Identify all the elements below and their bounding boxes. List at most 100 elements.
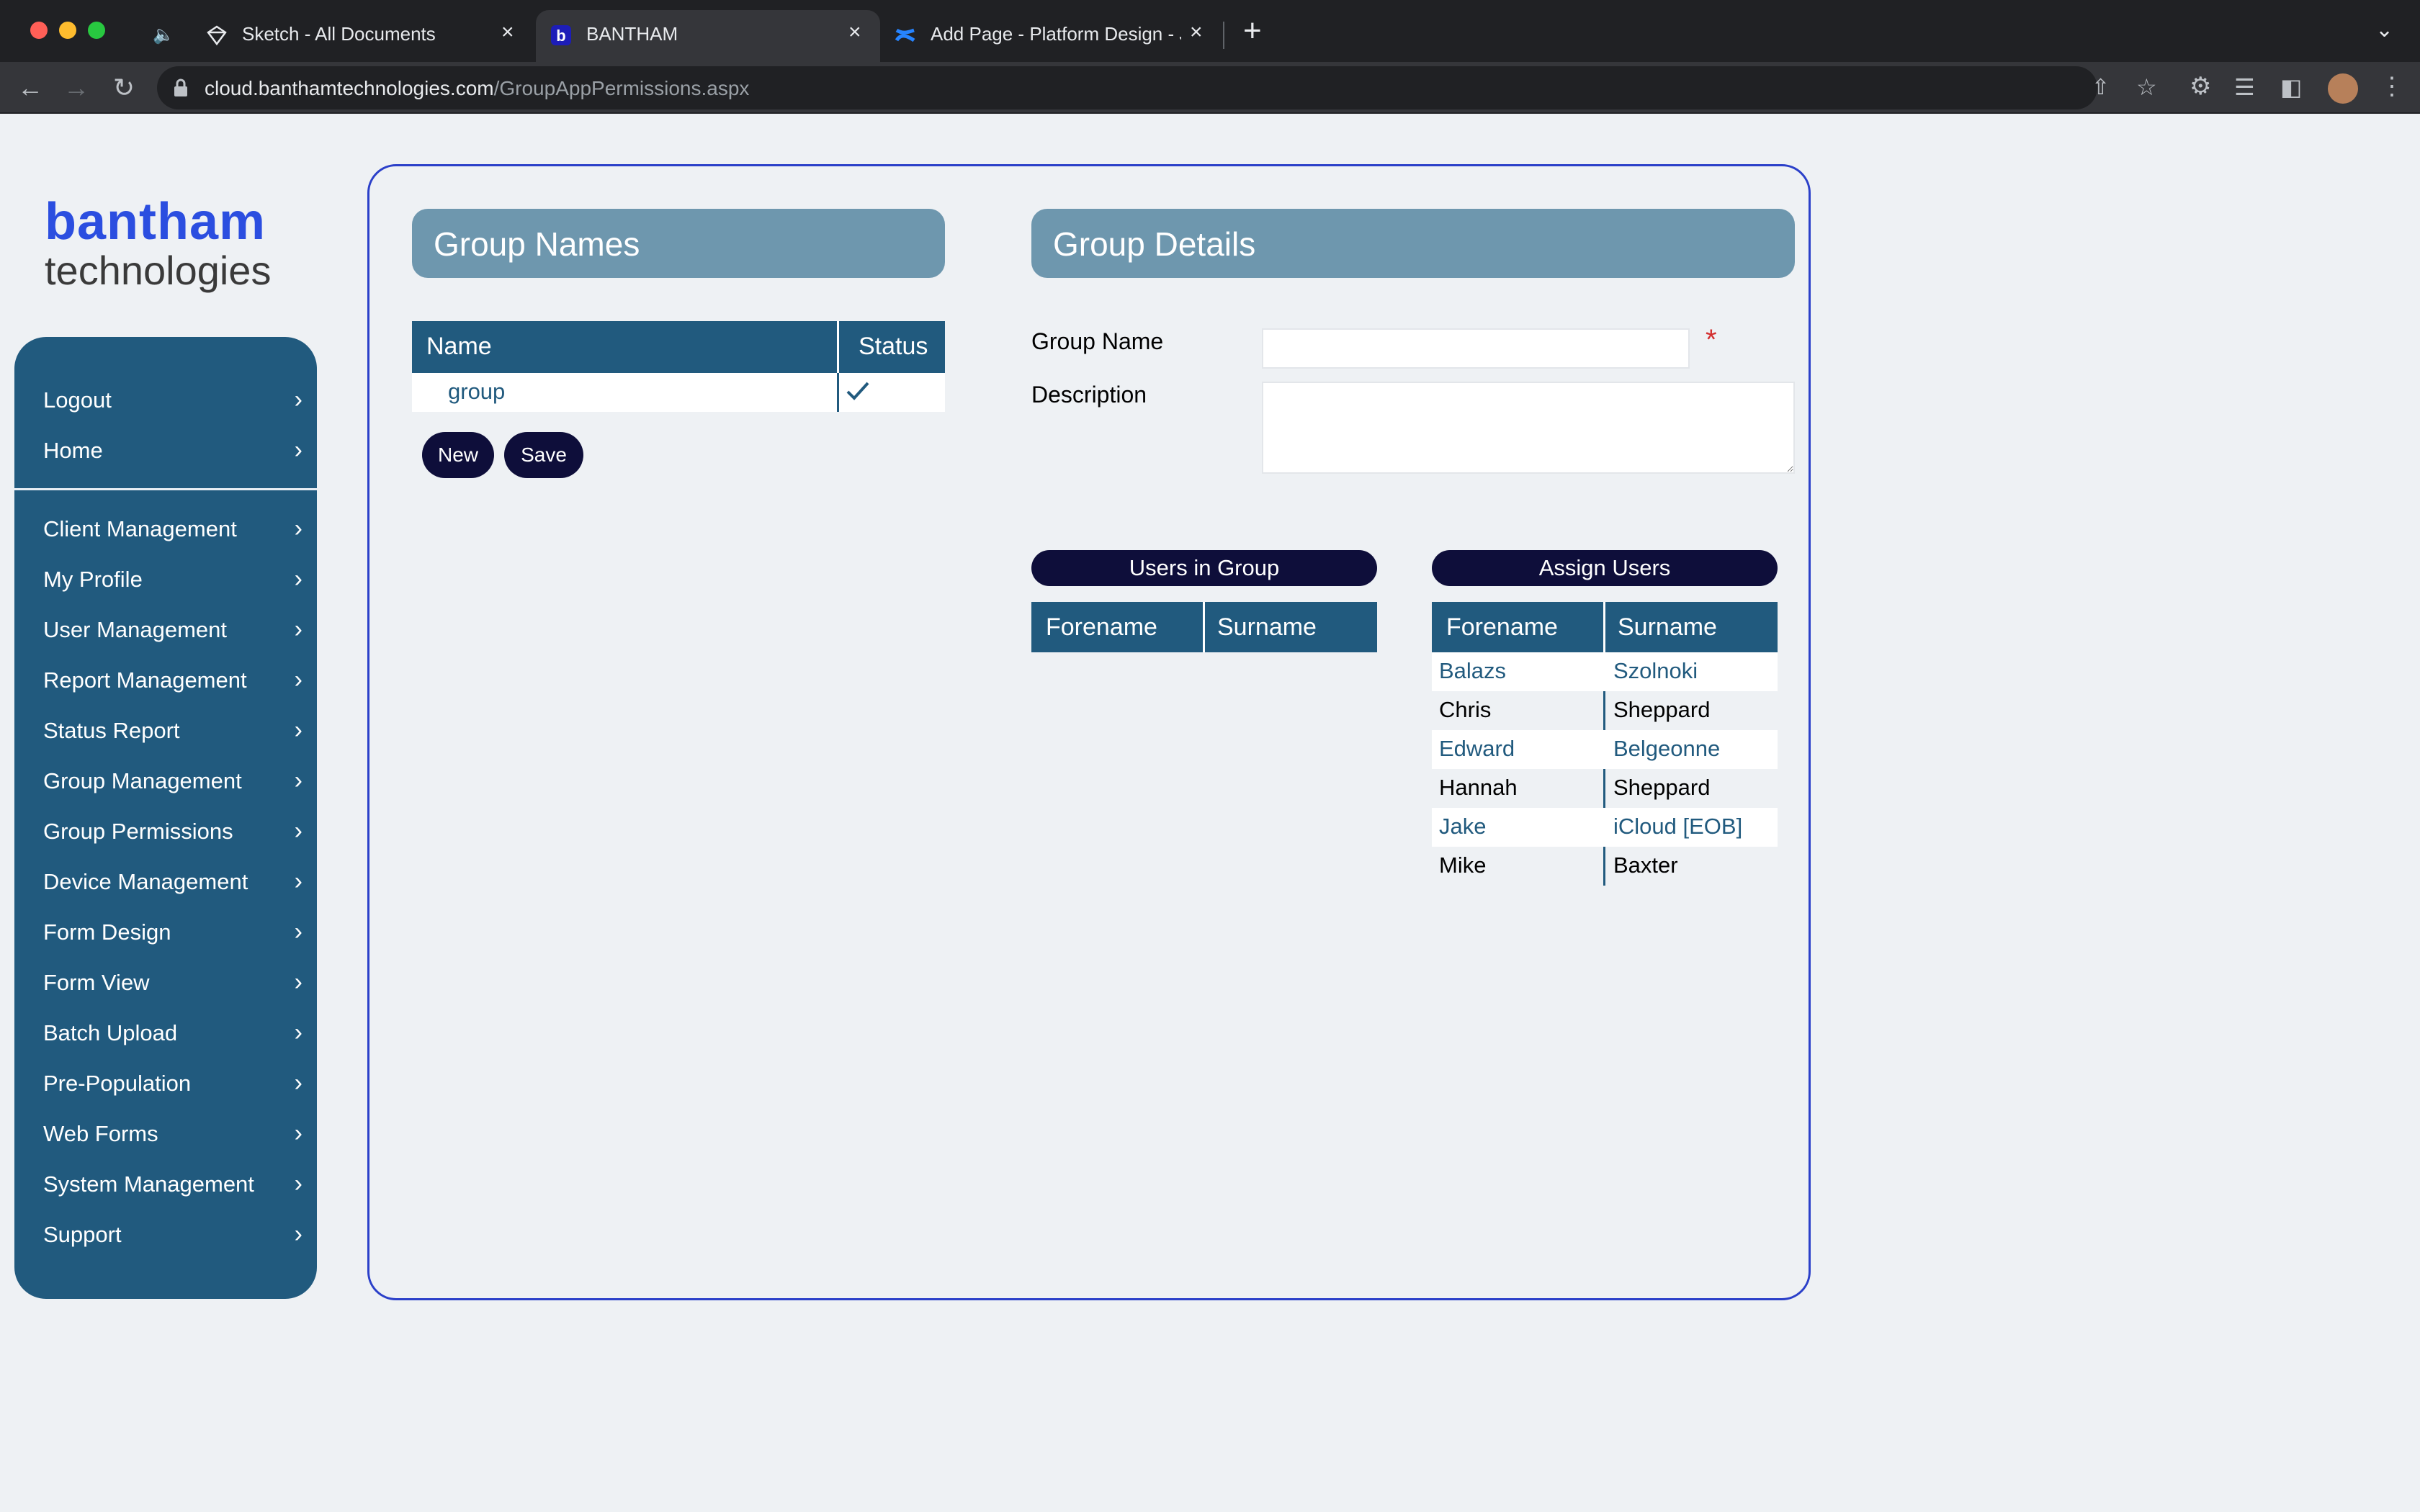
- sidebar-item-label: Status Report: [43, 718, 180, 743]
- table-row[interactable]: Chris Sheppard: [1432, 691, 1778, 730]
- chevron-right-icon: ›: [294, 716, 302, 744]
- forename-cell[interactable]: Edward: [1439, 736, 1515, 762]
- chevron-right-icon: ›: [294, 817, 302, 845]
- sidebar-item-batch-upload[interactable]: Batch Upload ›: [43, 1012, 302, 1055]
- logo-subtitle: technologies: [45, 248, 272, 293]
- column-header-status[interactable]: Status: [859, 333, 928, 361]
- sidebar-item-form-view[interactable]: Form View ›: [43, 961, 302, 1004]
- new-button[interactable]: New: [422, 432, 494, 478]
- tab-search-chevron-icon[interactable]: ⌄: [2375, 17, 2393, 42]
- sidebar-item-label: Web Forms: [43, 1121, 158, 1146]
- logo-wordmark: bantham: [45, 193, 266, 251]
- bantham-b-icon: b: [551, 25, 571, 45]
- description-textarea[interactable]: [1262, 382, 1795, 474]
- surname-cell[interactable]: Belgeonne: [1613, 736, 1720, 762]
- surname-cell[interactable]: Baxter: [1613, 852, 1678, 878]
- lock-icon[interactable]: [173, 78, 189, 98]
- chevron-right-icon: ›: [294, 616, 302, 643]
- sidebar-item-logout[interactable]: Logout ›: [43, 379, 302, 422]
- forename-cell[interactable]: Jake: [1439, 814, 1486, 840]
- sidebar-item-label: Client Management: [43, 516, 237, 541]
- profile-avatar[interactable]: [2328, 73, 2358, 104]
- extensions-puzzle-icon[interactable]: ⚙: [2190, 72, 2211, 101]
- sidebar-item-home[interactable]: Home ›: [43, 429, 302, 472]
- tab-confluence[interactable]: Add Page - Platform Design - J ×: [886, 10, 1219, 62]
- chevron-right-icon: ›: [294, 1120, 302, 1147]
- sidebar-item-group-permissions[interactable]: Group Permissions ›: [43, 810, 302, 853]
- forename-cell[interactable]: Chris: [1439, 697, 1491, 723]
- chevron-right-icon: ›: [294, 666, 302, 693]
- url-text: cloud.banthamtechnologies.com/GroupAppPe…: [205, 77, 749, 100]
- sidebar-item-pre-population[interactable]: Pre-Population ›: [43, 1062, 302, 1105]
- group-name-input[interactable]: [1262, 328, 1690, 369]
- new-tab-icon[interactable]: +: [1243, 13, 1262, 49]
- column-header-forename[interactable]: Forename: [1046, 613, 1157, 642]
- table-row[interactable]: Edward Belgeonne: [1432, 730, 1778, 769]
- column-header-surname[interactable]: Surname: [1618, 613, 1717, 642]
- column-header-name[interactable]: Name: [426, 333, 492, 361]
- back-arrow-icon[interactable]: ←: [13, 71, 48, 105]
- reload-icon[interactable]: ↻: [107, 71, 141, 105]
- surname-cell[interactable]: Sheppard: [1613, 697, 1710, 723]
- table-row[interactable]: Jake iCloud [EOB]: [1432, 808, 1778, 847]
- forward-arrow-icon[interactable]: →: [59, 71, 94, 105]
- table-row[interactable]: Balazs Szolnoki: [1432, 652, 1778, 691]
- sidebar-item-user-management[interactable]: User Management ›: [43, 608, 302, 652]
- section-title: Group Details: [1053, 225, 1256, 263]
- close-tab-icon[interactable]: ×: [1190, 20, 1203, 45]
- sidebar-item-system-management[interactable]: System Management ›: [43, 1163, 302, 1206]
- close-tab-icon[interactable]: ×: [501, 20, 514, 45]
- chevron-right-icon: ›: [294, 1170, 302, 1197]
- forename-cell[interactable]: Hannah: [1439, 775, 1518, 801]
- sidebar-item-label: Support: [43, 1222, 122, 1247]
- sidebar-item-device-management[interactable]: Device Management ›: [43, 860, 302, 904]
- bookmark-star-icon[interactable]: ☆: [2136, 73, 2157, 101]
- close-tab-icon[interactable]: ×: [848, 20, 861, 45]
- column-divider: [837, 373, 839, 412]
- sidebar-item-label: My Profile: [43, 567, 143, 592]
- column-header-forename[interactable]: Forename: [1446, 613, 1558, 642]
- address-bar[interactable]: cloud.banthamtechnologies.com/GroupAppPe…: [157, 66, 2157, 109]
- speaker-icon[interactable]: 🔈: [153, 24, 174, 45]
- surname-cell[interactable]: Szolnoki: [1613, 658, 1698, 684]
- group-name-cell[interactable]: group: [448, 379, 505, 405]
- share-icon[interactable]: ⇧: [2092, 75, 2110, 100]
- column-divider: [837, 321, 839, 373]
- assign-users-table-header: Forename Surname: [1432, 602, 1778, 652]
- sidebar-item-my-profile[interactable]: My Profile ›: [43, 558, 302, 601]
- sidebar-item-web-forms[interactable]: Web Forms ›: [43, 1112, 302, 1156]
- users-in-group-table-header: Forename Surname: [1031, 602, 1377, 652]
- forename-cell[interactable]: Balazs: [1439, 658, 1506, 684]
- menu-kebab-icon[interactable]: ⋮: [2380, 72, 2404, 101]
- sidebar-item-status-report[interactable]: Status Report ›: [43, 709, 302, 752]
- column-divider: [1203, 602, 1205, 652]
- sidebar-item-support[interactable]: Support ›: [43, 1213, 302, 1256]
- checkmark-icon: [846, 382, 869, 400]
- group-names-table-header: Name Status: [412, 321, 945, 373]
- sidebar-item-form-design[interactable]: Form Design ›: [43, 911, 302, 954]
- maximize-window-button[interactable]: [88, 22, 105, 39]
- media-queue-icon[interactable]: ☰: [2234, 73, 2255, 101]
- chevron-right-icon: ›: [294, 436, 302, 464]
- table-row[interactable]: Hannah Sheppard: [1432, 769, 1778, 808]
- sidebar-item-group-management[interactable]: Group Management ›: [43, 760, 302, 803]
- minimize-window-button[interactable]: [59, 22, 76, 39]
- forename-cell[interactable]: Mike: [1439, 852, 1486, 878]
- surname-cell[interactable]: Sheppard: [1613, 775, 1710, 801]
- table-row[interactable]: group: [412, 373, 945, 412]
- sidebar-item-label: Form View: [43, 970, 150, 995]
- column-header-surname[interactable]: Surname: [1217, 613, 1317, 642]
- sidebar-item-client-management[interactable]: Client Management ›: [43, 508, 302, 551]
- save-button[interactable]: Save: [504, 432, 583, 478]
- assign-users-title: Assign Users: [1432, 550, 1778, 586]
- tab-sketch[interactable]: 🔈 Sketch - All Documents ×: [144, 10, 530, 62]
- sidebar-item-report-management[interactable]: Report Management ›: [43, 659, 302, 702]
- surname-cell[interactable]: iCloud [EOB]: [1613, 814, 1742, 840]
- sidebar-item-label: Device Management: [43, 869, 248, 894]
- sidebar-divider: [14, 488, 317, 490]
- table-row[interactable]: Mike Baxter: [1432, 847, 1778, 886]
- close-window-button[interactable]: [30, 22, 48, 39]
- users-in-group-title: Users in Group: [1031, 550, 1377, 586]
- side-panel-icon[interactable]: ◧: [2280, 73, 2302, 101]
- tab-bantham[interactable]: b BANTHAM ×: [536, 10, 880, 62]
